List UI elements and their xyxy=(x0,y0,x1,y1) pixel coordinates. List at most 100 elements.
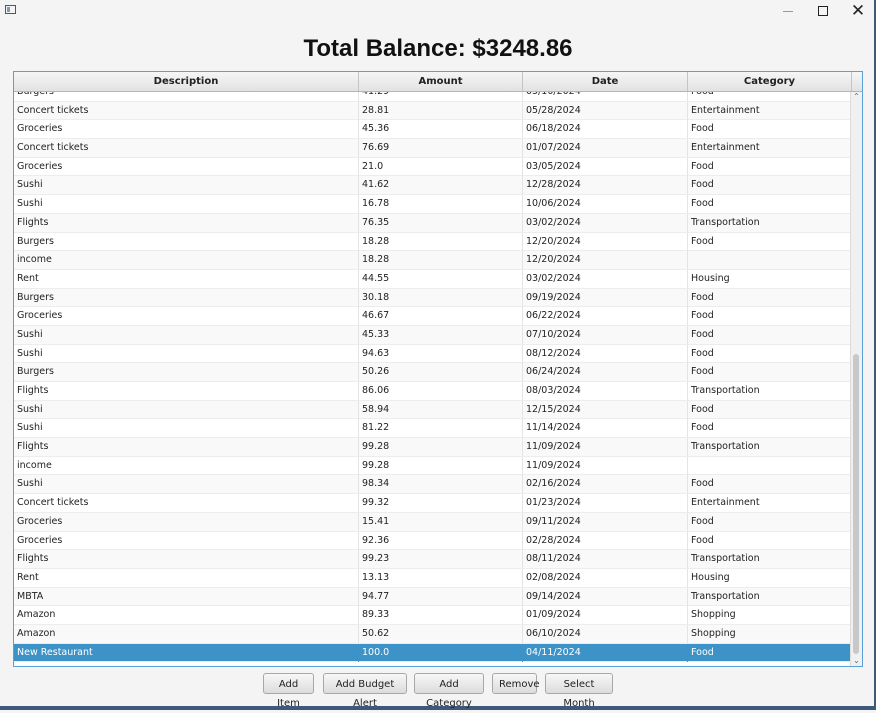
date-cell: 06/18/2024 xyxy=(523,120,688,139)
category-cell: Transportation xyxy=(688,550,850,568)
table-row[interactable]: Rent 13.13 02/08/2024 Housing xyxy=(14,568,850,588)
description-cell: Sushi xyxy=(14,419,359,438)
transactions-table[interactable]: Description Amount Date Category Burgers… xyxy=(13,71,863,667)
table-row[interactable]: income 99.28 11/09/2024 xyxy=(14,456,850,476)
table-row[interactable]: Burgers41.2905/10/2024Food xyxy=(14,92,850,102)
table-row[interactable]: Burgers 18.28 12/20/2024 Food xyxy=(14,232,850,252)
category-cell: Food xyxy=(688,513,850,531)
add-budget-alert-button[interactable]: Add Budget Alert xyxy=(323,673,407,709)
category-cell: Food xyxy=(688,401,850,419)
column-header-description[interactable]: Description xyxy=(14,72,359,91)
date-cell: 01/23/2024 xyxy=(523,494,688,513)
table-row[interactable]: MBTA 94.77 09/14/2024 Transportation xyxy=(14,587,850,607)
description-cell: Flights xyxy=(14,382,359,400)
amount-cell: 41.29 xyxy=(359,92,523,101)
table-row[interactable]: Concert tickets 76.69 01/07/2024 Entertainm… xyxy=(14,139,850,158)
table-row[interactable]: Flights 99.23 08/11/2024 Transportation xyxy=(14,550,850,569)
remove-button[interactable]: Remove xyxy=(492,673,540,694)
amount-cell: 21.0 xyxy=(359,157,523,176)
category-cell: Food xyxy=(688,345,850,363)
amount-cell: 50.26 xyxy=(359,363,523,382)
table-row[interactable]: Sushi 94.63 08/12/2024 Food xyxy=(14,344,850,364)
date-cell: 05/10/2024 xyxy=(523,92,688,101)
table-row[interactable]: Flights 99.28 11/09/2024 Transportation xyxy=(14,438,850,457)
description-cell: Sushi xyxy=(14,176,359,195)
description-cell: Flights xyxy=(14,550,359,569)
table-row[interactable]: New Restaurant 100.0 04/11/2024 Food xyxy=(14,643,850,663)
amount-cell: 46.67 xyxy=(359,307,523,326)
scroll-up-icon[interactable]: ⌃ xyxy=(851,92,862,102)
scroll-down-icon[interactable]: ⌄ xyxy=(851,656,862,666)
category-cell: Shopping xyxy=(688,625,850,643)
amount-cell: 45.33 xyxy=(359,325,523,344)
amount-cell: 99.32 xyxy=(359,494,523,513)
date-cell: 11/14/2024 xyxy=(523,419,688,438)
amount-cell: 76.69 xyxy=(359,139,523,158)
date-cell: 02/16/2024 xyxy=(523,475,688,494)
table-header: Description Amount Date Category xyxy=(14,72,862,92)
table-row[interactable]: Sushi 98.34 02/16/2024 Food xyxy=(14,475,850,495)
table-row[interactable]: Concert tickets 99.32 01/23/2024 Entertainm… xyxy=(14,494,850,513)
category-cell: Food xyxy=(688,120,850,138)
table-row[interactable]: Groceries 15.41 09/11/2024 Food xyxy=(14,512,850,532)
category-cell: Food xyxy=(688,532,850,550)
date-cell: 03/05/2024 xyxy=(523,157,688,176)
description-cell: Burgers xyxy=(14,288,359,307)
amount-cell: 58.94 xyxy=(359,400,523,419)
select-month-button[interactable]: Select Month xyxy=(545,673,613,709)
minimize-button[interactable] xyxy=(771,0,805,22)
description-cell: income xyxy=(14,251,359,270)
maximize-button[interactable] xyxy=(806,0,840,22)
category-cell: Food xyxy=(688,289,850,307)
table-row[interactable]: Burgers 30.18 09/19/2024 Food xyxy=(14,288,850,308)
category-cell: Transportation xyxy=(688,214,850,232)
amount-cell: 15.41 xyxy=(359,512,523,531)
amount-cell: 99.28 xyxy=(359,438,523,457)
table-row[interactable]: Rent 44.55 03/02/2024 Housing xyxy=(14,269,850,289)
date-cell: 11/09/2024 xyxy=(523,438,688,457)
table-row[interactable]: Flights 86.06 08/03/2024 Transportation xyxy=(14,382,850,401)
table-row[interactable]: Groceries 45.36 06/18/2024 Food xyxy=(14,120,850,140)
title-bar[interactable]: ✕ xyxy=(0,0,874,22)
table-row[interactable]: income 18.28 12/20/2024 xyxy=(14,251,850,270)
category-cell: Entertainment xyxy=(688,139,850,157)
description-cell: Amazon xyxy=(14,606,359,625)
amount-cell: 16.78 xyxy=(359,195,523,214)
column-header-date[interactable]: Date xyxy=(523,72,688,91)
table-row[interactable]: Burgers 50.26 06/24/2024 Food xyxy=(14,363,850,382)
vertical-scrollbar[interactable]: ⌃ ⌄ xyxy=(850,92,862,666)
category-cell: Shopping xyxy=(688,606,850,624)
column-header-category[interactable]: Category xyxy=(688,72,852,91)
table-row[interactable]: Groceries 21.0 03/05/2024 Food xyxy=(14,157,850,177)
date-cell: 08/11/2024 xyxy=(523,550,688,569)
table-row[interactable]: Flights 76.35 03/02/2024 Transportation xyxy=(14,213,850,233)
table-row[interactable]: Concert tickets 28.81 05/28/2024 Entertainm… xyxy=(14,101,850,121)
category-cell: Food xyxy=(688,644,850,662)
close-button[interactable]: ✕ xyxy=(841,0,875,22)
amount-cell: 86.06 xyxy=(359,382,523,400)
table-row[interactable]: Amazon 50.62 06/10/2024 Shopping xyxy=(14,624,850,644)
table-row[interactable]: Sushi 58.94 12/15/2024 Food xyxy=(14,400,850,420)
add-category-button[interactable]: Add Category xyxy=(414,673,484,709)
table-row[interactable]: Groceries 46.67 06/22/2024 Food xyxy=(14,307,850,326)
action-bar: Add Item Add Budget Alert Add Category R… xyxy=(0,673,876,709)
table-row[interactable]: Sushi 16.78 10/06/2024 Food xyxy=(14,195,850,214)
add-item-button[interactable]: Add Item xyxy=(263,673,314,709)
category-cell xyxy=(688,457,850,475)
amount-cell: 13.13 xyxy=(359,568,523,587)
table-row[interactable]: Sushi 81.22 11/14/2024 Food xyxy=(14,419,850,439)
date-cell: 09/14/2024 xyxy=(523,587,688,606)
close-icon: ✕ xyxy=(850,0,866,21)
table-row[interactable]: Sushi 41.62 12/28/2024 Food xyxy=(14,176,850,196)
table-row[interactable]: Amazon 89.33 01/09/2024 Shopping xyxy=(14,606,850,625)
description-cell: Groceries xyxy=(14,307,359,326)
description-cell: Groceries xyxy=(14,157,359,176)
amount-cell: 28.81 xyxy=(359,101,523,120)
column-header-amount[interactable]: Amount xyxy=(359,72,523,91)
table-row[interactable]: Groceries 92.36 02/28/2024 Food xyxy=(14,531,850,551)
category-cell: Food xyxy=(688,233,850,251)
date-cell: 11/09/2024 xyxy=(523,456,688,475)
scrollbar-thumb[interactable] xyxy=(853,354,859,654)
amount-cell: 98.34 xyxy=(359,475,523,494)
table-row[interactable]: Sushi 45.33 07/10/2024 Food xyxy=(14,325,850,345)
